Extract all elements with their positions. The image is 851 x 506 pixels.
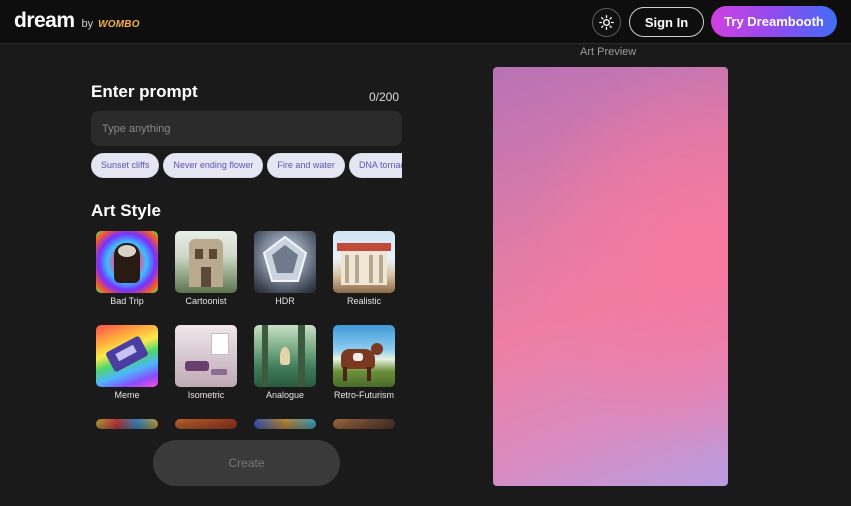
theme-toggle-button[interactable] <box>592 8 621 37</box>
style-label: Retro-Futurism <box>333 390 394 400</box>
suggestion-chip[interactable]: DNA tornado <box>348 153 402 178</box>
style-tile-retro-futurism[interactable]: Retro-Futurism <box>329 325 399 400</box>
sun-icon <box>599 15 614 30</box>
style-thumbnail <box>175 231 237 293</box>
style-tile-realistic[interactable]: Realistic <box>329 231 399 306</box>
prompt-char-counter: 0/200 <box>369 90 400 104</box>
suggestion-chip[interactable]: Sunset cliffs <box>91 153 160 178</box>
style-label: Bad Trip <box>110 296 144 306</box>
style-tile-analogue[interactable]: Analogue <box>250 325 320 400</box>
style-label: Isometric <box>187 390 225 400</box>
style-tile-meme[interactable]: Meme <box>92 325 162 400</box>
brand-name: dream <box>14 9 75 32</box>
grid-fade-overlay <box>90 405 410 445</box>
style-tile-bad-trip[interactable]: Bad Trip <box>92 231 162 306</box>
style-label: Meme <box>114 390 140 400</box>
style-tile-hdr[interactable]: HDR <box>250 231 320 306</box>
style-label: HDR <box>275 296 295 306</box>
suggestion-chip[interactable]: Fire and water <box>267 153 345 178</box>
sign-in-button[interactable]: Sign In <box>629 7 704 37</box>
prompt-input[interactable] <box>91 111 402 146</box>
style-label: Analogue <box>265 390 305 400</box>
wombo-logo: WOMBO <box>98 19 140 30</box>
style-thumbnail <box>96 231 158 293</box>
try-dreambooth-button[interactable]: Try Dreambooth <box>711 6 837 37</box>
style-thumbnail <box>333 325 395 387</box>
art-preview-label: Art Preview <box>580 46 637 58</box>
style-thumbnail <box>333 231 395 293</box>
prompt-suggestions: Sunset cliffs Never ending flower Fire and… <box>91 153 402 179</box>
create-button[interactable]: Create <box>153 440 340 486</box>
brand-by: by <box>81 18 94 30</box>
style-thumbnail <box>96 325 158 387</box>
style-thumbnail <box>175 325 237 387</box>
style-thumbnail <box>254 325 316 387</box>
style-tile-isometric[interactable]: Isometric <box>171 325 241 400</box>
style-thumbnail <box>254 231 316 293</box>
art-style-heading: Art Style <box>91 201 161 220</box>
suggestion-chip[interactable]: Never ending flower <box>163 153 264 178</box>
style-label: Cartoonist <box>185 296 227 306</box>
style-label: Realistic <box>346 296 381 306</box>
brand-logo[interactable]: dream by WOMBO <box>14 9 140 33</box>
style-tile-cartoonist[interactable]: Cartoonist <box>171 231 241 306</box>
top-nav: dream by WOMBO Sign In Try Dreambooth <box>0 0 851 44</box>
prompt-heading: Enter prompt <box>91 82 198 101</box>
art-preview-canvas <box>493 67 728 486</box>
